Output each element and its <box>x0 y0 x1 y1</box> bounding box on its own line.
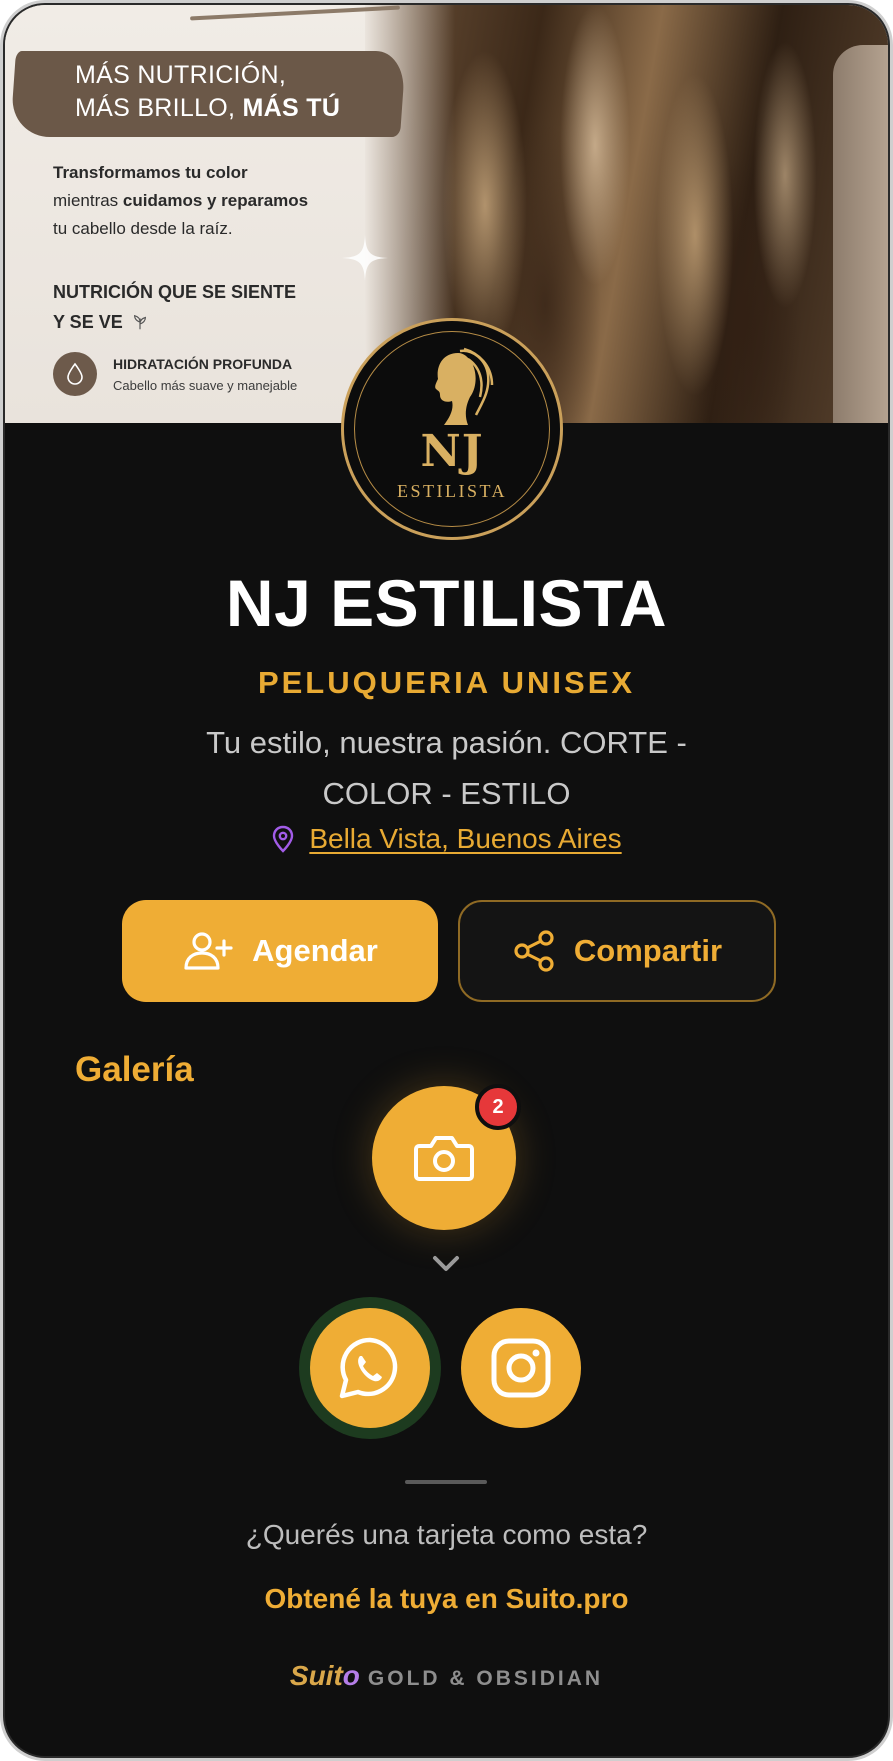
banner-subhead-line2-row: Y SE VE <box>53 307 296 337</box>
banner-headline-line2: MÁS BRILLO, MÁS TÚ <box>75 92 340 125</box>
banner-para-line1: Transformamos tu color <box>53 163 248 182</box>
compartir-label: Compartir <box>573 933 723 968</box>
sparkle-icon <box>342 235 388 281</box>
suito-logo[interactable]: Suito <box>290 1660 360 1691</box>
woman-profile-icon <box>435 347 494 425</box>
banner-headline: MÁS NUTRICIÓN, MÁS BRILLO, MÁS TÚ <box>75 59 340 125</box>
banner-subhead-line1: NUTRICIÓN QUE SE SIENTE <box>53 282 297 302</box>
footer-brand: Suito GOLD & OBSIDIAN <box>5 1660 888 1692</box>
logo-monogram: NJ <box>420 426 484 477</box>
compartir-button[interactable]: Compartir <box>458 900 776 1002</box>
whatsapp-icon <box>339 1337 398 1399</box>
chevron-down-icon[interactable] <box>432 1255 460 1273</box>
location-row: Bella Vista, Buenos Aires <box>5 823 888 855</box>
logo-wordmark: ESTILISTA <box>396 481 508 501</box>
brand-logo: NJ ESTILISTA <box>341 318 563 540</box>
phone-frame: MÁS NUTRICIÓN, MÁS BRILLO, MÁS TÚ Transf… <box>5 5 888 1756</box>
instagram-button[interactable] <box>461 1308 581 1428</box>
suito-logo-accent: o <box>342 1660 360 1691</box>
theme-edition-label: GOLD & OBSIDIAN <box>367 1667 604 1690</box>
gallery-heading: Galería <box>75 1050 194 1089</box>
banner-subheading: NUTRICIÓN QUE SE SIENTE Y SE VE <box>53 277 296 337</box>
gallery-count-badge: 2 <box>475 1084 521 1130</box>
cta-question: ¿Querés una tarjeta como esta? <box>245 1519 648 1550</box>
agendar-label: Agendar <box>252 933 378 968</box>
instagram-icon <box>491 1338 551 1398</box>
droplet-icon <box>53 352 97 396</box>
suito-logo-main: Suit <box>289 1660 343 1691</box>
business-name: NJ ESTILISTA <box>225 566 668 640</box>
whatsapp-button[interactable] <box>310 1308 430 1428</box>
camera-icon <box>414 1136 474 1181</box>
footer-divider <box>405 1480 487 1484</box>
feature-title: HIDRATACIÓN PROFUNDA <box>113 356 293 372</box>
banner-paragraph: Transformamos tu color mientras cuidamos… <box>53 159 383 243</box>
business-category: PELUQUERIA UNISEX <box>257 665 636 700</box>
add-user-icon <box>184 932 233 970</box>
share-icon <box>514 930 554 972</box>
banner-para-regular: mientras <box>53 191 123 210</box>
location-link[interactable]: Bella Vista, Buenos Aires <box>309 823 621 854</box>
banner-para-bold: cuidamos y reparamos <box>122 191 309 210</box>
banner-headline-bold: MÁS TÚ <box>242 94 341 122</box>
map-pin-icon <box>273 825 294 853</box>
feature-subtitle: Cabello más suave y manejable <box>113 378 298 393</box>
leaf-icon <box>133 314 146 330</box>
cta-link[interactable]: Obtené la tuya en Suito.pro <box>5 1583 888 1615</box>
business-tagline: Tu estilo, nuestra pasión. CORTE - COLOR… <box>206 725 687 811</box>
agendar-button[interactable]: Agendar <box>122 900 438 1002</box>
banner-subhead-line2: Y SE VE <box>53 312 123 332</box>
banner-headline-line1: MÁS NUTRICIÓN, <box>75 61 287 89</box>
banner-shoulder <box>833 45 888 423</box>
banner-headline-regular: MÁS BRILLO, <box>75 94 243 122</box>
banner-para-line3: tu cabello desde la raíz. <box>53 219 233 238</box>
banner-para-line2: mientras cuidamos y reparamos <box>53 187 383 215</box>
